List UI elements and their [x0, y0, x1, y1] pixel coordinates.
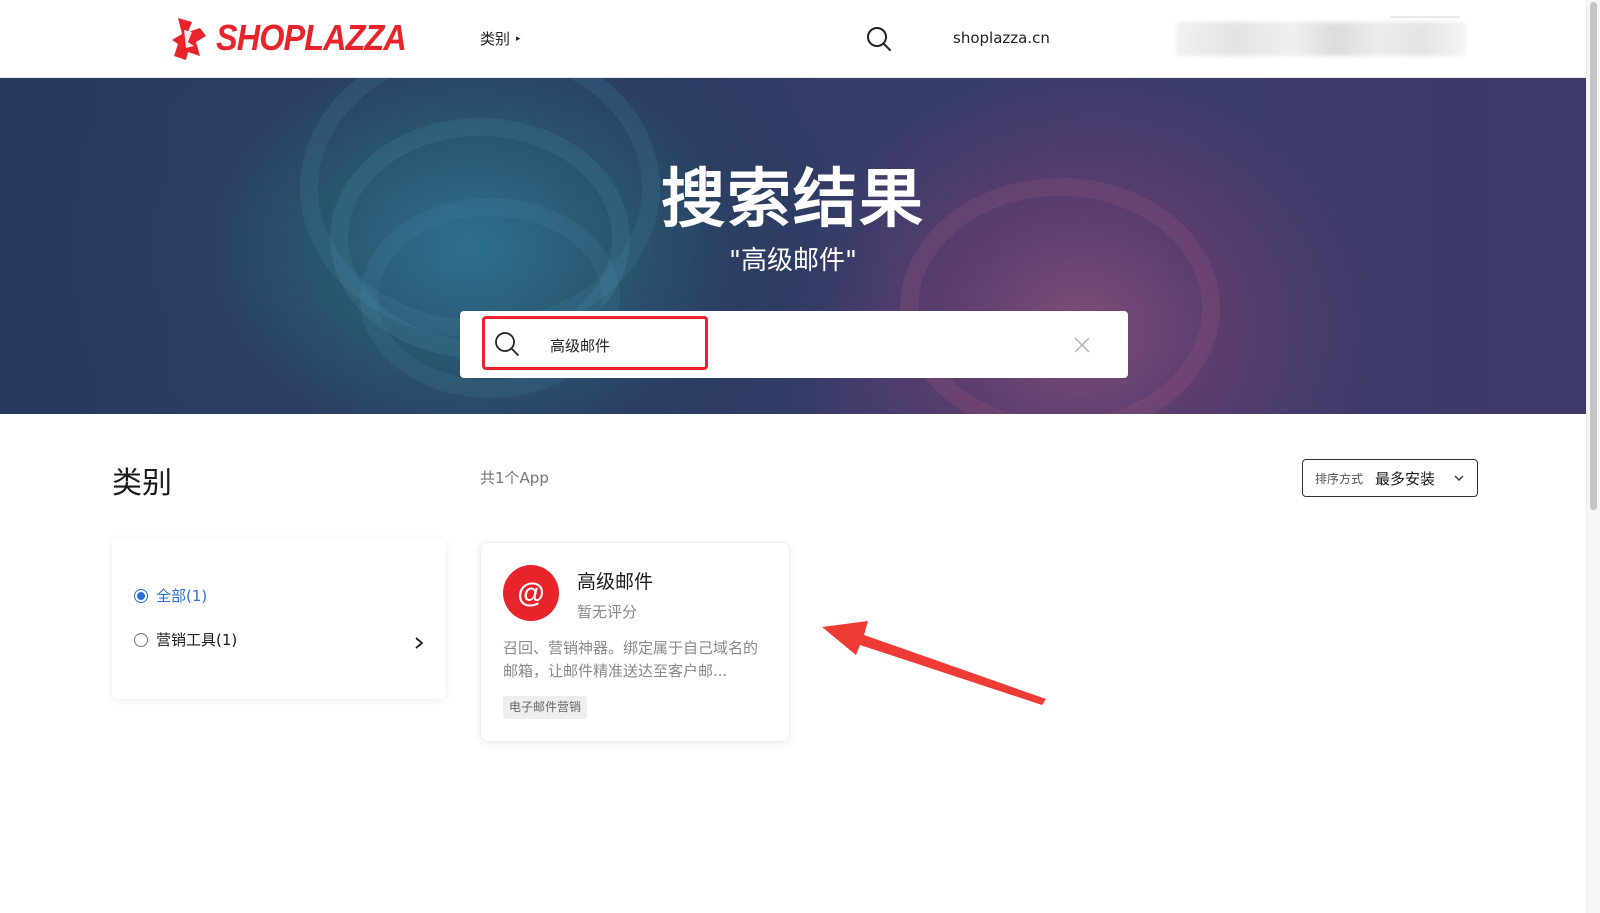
sort-value: 最多安装 — [1375, 469, 1436, 488]
search-input[interactable] — [550, 333, 700, 357]
email-app-icon: @ — [503, 565, 559, 621]
sort-dropdown[interactable]: 排序方式 最多安装 — [1302, 459, 1478, 497]
sort-label: 排序方式 — [1315, 471, 1364, 486]
chevron-down-icon — [1454, 475, 1464, 481]
domain-link[interactable]: shoplazza.cn — [953, 29, 1050, 47]
nav-category-menu[interactable]: 类别 ▸ — [480, 28, 521, 49]
result-count: 共1个App — [480, 469, 549, 487]
nav-category-label: 类别 — [480, 30, 511, 48]
chevron-right-icon[interactable] — [412, 636, 426, 650]
hero-banner: 搜索结果 "高级邮件" — [0, 78, 1586, 414]
app-description: 召回、营销神器。绑定属于自己域名的邮箱，让邮件精准送达至客户邮... — [503, 639, 759, 680]
close-icon[interactable] — [1072, 335, 1092, 355]
caret-right-icon: ▸ — [516, 33, 521, 44]
logo[interactable]: SHOPLAZZA — [170, 14, 427, 62]
app-card[interactable]: @ 高级邮件 暂无评分 召回、营销神器。绑定属于自己域名的邮箱，让邮件精准送达至… — [480, 542, 790, 742]
page-title: 搜索结果 — [661, 163, 925, 237]
search-icon — [495, 332, 519, 356]
search-icon[interactable] — [866, 26, 892, 52]
blurred-account-area[interactable] — [1176, 22, 1466, 56]
search-bar[interactable] — [460, 311, 1128, 378]
blurred-region-line — [1390, 16, 1460, 18]
category-item-marketing-tools[interactable]: 营销工具(1) — [134, 629, 237, 650]
logo-text: SHOPLAZZA — [216, 17, 407, 58]
scrollbar-thumb[interactable] — [1590, 2, 1597, 510]
app-name: 高级邮件 — [577, 571, 654, 593]
shoplazza-logo-icon — [172, 18, 206, 60]
app-tag: 电子邮件营销 — [503, 696, 588, 719]
app-rating: 暂无评分 — [577, 603, 638, 621]
page: SHOPLAZZA 类别 ▸ shoplazza.cn 搜索结果 "高级邮件" — [0, 0, 1600, 913]
top-navigation-bar: SHOPLAZZA 类别 ▸ shoplazza.cn — [0, 0, 1586, 78]
category-item-all[interactable]: 全部(1) — [134, 585, 207, 606]
category-item-label: 全部(1) — [156, 587, 208, 605]
category-panel: 全部(1) 营销工具(1) — [112, 539, 446, 699]
search-query-subtitle: "高级邮件" — [729, 246, 857, 276]
arrow-annotation-icon — [822, 621, 1046, 705]
radio-button-selected[interactable] — [134, 588, 148, 603]
category-heading: 类别 — [112, 466, 172, 501]
category-item-label: 营销工具(1) — [156, 631, 238, 649]
radio-button[interactable] — [134, 632, 148, 647]
